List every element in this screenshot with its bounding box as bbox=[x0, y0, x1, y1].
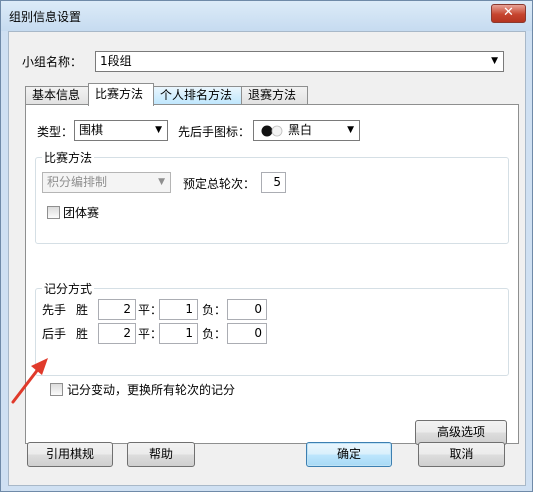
tab-basic-info[interactable]: 基本信息 bbox=[25, 86, 89, 105]
icon-label: 先后手图标： bbox=[178, 125, 251, 139]
second-win-label: 胜 bbox=[76, 327, 89, 341]
group-name-label: 小组名称： bbox=[22, 55, 83, 69]
second-win-input[interactable]: 2 bbox=[98, 323, 136, 344]
chevron-down-icon: ▼ bbox=[347, 125, 354, 135]
rounds-input[interactable]: 5 bbox=[261, 172, 286, 193]
cite-rules-button[interactable]: 引用棋规 bbox=[27, 442, 113, 467]
dialog-client-area: 小组名称： 1段组 ▼ 基本信息 比赛方法 个人排名方法 退赛方法 类型： 围棋… bbox=[8, 31, 526, 486]
team-label: 团体赛 bbox=[63, 206, 100, 220]
black-white-stones-icon bbox=[261, 125, 283, 137]
second-side-label: 后手 bbox=[42, 327, 67, 341]
first-win-label: 胜 bbox=[76, 303, 89, 317]
tab-panel-match-method: 类型： 围棋 ▼ 先后手图标： 黑白 ▼ 比赛方法 积分编排制 ▼ 预定总轮次：… bbox=[25, 104, 519, 445]
icon-value: 黑白 bbox=[288, 123, 313, 137]
type-value: 围棋 bbox=[79, 123, 104, 137]
first-side-label: 先手 bbox=[42, 303, 67, 317]
rounds-label: 预定总轮次： bbox=[183, 177, 256, 191]
annotation-arrow-icon bbox=[11, 358, 48, 404]
cancel-button[interactable]: 取消 bbox=[418, 442, 505, 467]
scoring-group: 记分方式 先手 胜 2 平： 1 负： 0 后手 胜 2 平： 1 负： 0 bbox=[35, 280, 509, 376]
scoring-group-title: 记分方式 bbox=[42, 280, 95, 297]
first-loss-label: 负： bbox=[202, 303, 227, 317]
close-icon: ✕ bbox=[503, 5, 514, 20]
first-win-input[interactable]: 2 bbox=[98, 299, 136, 320]
second-loss-label: 负： bbox=[202, 327, 227, 341]
second-draw-input[interactable]: 1 bbox=[159, 323, 198, 344]
method-group-title: 比赛方法 bbox=[42, 149, 95, 166]
title-bar[interactable]: 组别信息设置 ✕ bbox=[1, 1, 532, 31]
method-value: 积分编排制 bbox=[47, 175, 108, 189]
chevron-down-icon: ▼ bbox=[491, 56, 498, 66]
window-title: 组别信息设置 bbox=[9, 10, 82, 24]
ok-button[interactable]: 确定 bbox=[306, 442, 392, 467]
tab-label: 个人排名方法 bbox=[160, 88, 233, 102]
icon-select[interactable]: 黑白 ▼ bbox=[253, 120, 360, 141]
tab-withdraw-method[interactable]: 退赛方法 bbox=[241, 86, 308, 105]
tab-personal-ranking[interactable]: 个人排名方法 bbox=[153, 86, 242, 105]
second-loss-input[interactable]: 0 bbox=[227, 323, 267, 344]
first-draw-input[interactable]: 1 bbox=[159, 299, 198, 320]
type-label: 类型： bbox=[37, 125, 74, 139]
tab-label: 比赛方法 bbox=[95, 87, 144, 101]
change-score-label: 记分变动，更换所有轮次的记分 bbox=[67, 383, 236, 397]
chevron-down-icon: ▼ bbox=[155, 125, 162, 135]
type-select[interactable]: 围棋 ▼ bbox=[74, 120, 168, 141]
group-name-value: 1段组 bbox=[100, 54, 132, 68]
team-checkbox[interactable] bbox=[47, 206, 60, 219]
dialog-window: 组别信息设置 ✕ 小组名称： 1段组 ▼ 基本信息 比赛方法 个人排名方法 退赛… bbox=[0, 0, 533, 492]
help-button[interactable]: 帮助 bbox=[127, 442, 195, 467]
change-score-checkbox[interactable] bbox=[50, 383, 63, 396]
close-button[interactable]: ✕ bbox=[491, 4, 526, 23]
tab-match-method[interactable]: 比赛方法 bbox=[88, 83, 154, 106]
tab-label: 退赛方法 bbox=[248, 88, 297, 102]
group-name-select[interactable]: 1段组 ▼ bbox=[95, 51, 504, 72]
method-select: 积分编排制 ▼ bbox=[42, 172, 171, 193]
tab-label: 基本信息 bbox=[32, 88, 81, 102]
method-group: 比赛方法 积分编排制 ▼ 预定总轮次： 5 团体赛 bbox=[35, 149, 509, 244]
chevron-down-icon: ▼ bbox=[158, 177, 165, 187]
first-loss-input[interactable]: 0 bbox=[227, 299, 267, 320]
